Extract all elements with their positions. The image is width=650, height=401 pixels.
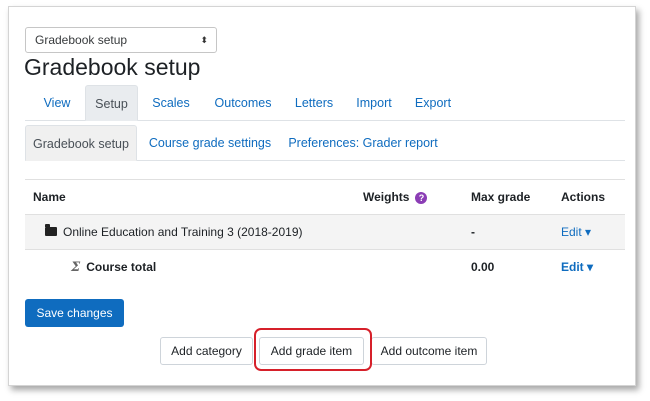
subtab-preferences-grader-report[interactable]: Preferences: Grader report [287, 125, 439, 161]
max-grade-value: - [471, 225, 475, 239]
tab-outcomes[interactable]: Outcomes [208, 85, 278, 121]
header-weights: Weights? [363, 180, 428, 215]
edit-menu-category[interactable]: Edit ▾ [561, 215, 591, 250]
table-header-row: Name Weights? Max grade Actions [25, 179, 625, 214]
category-name: Online Education and Training 3 (2018-20… [45, 215, 303, 250]
select-caret-icon: ⬍ [200, 35, 208, 45]
sigma-icon: Σ [71, 260, 81, 275]
header-max-grade: Max grade [471, 190, 531, 204]
course-total-name: Σ Course total [71, 250, 156, 285]
category-name-label: Online Education and Training 3 (2018-20… [63, 225, 303, 239]
tab-export[interactable]: Export [409, 85, 457, 121]
tab-setup[interactable]: Setup [85, 85, 138, 121]
edit-menu-course-total[interactable]: Edit ▾ [561, 250, 593, 285]
tab-import[interactable]: Import [350, 85, 398, 121]
add-outcome-item-button[interactable]: Add outcome item [371, 337, 487, 365]
gradebook-jump-select[interactable]: Gradebook setup ⬍ [25, 27, 217, 53]
header-name: Name [33, 190, 66, 204]
jump-select-value: Gradebook setup [35, 33, 128, 47]
course-total-max-grade: 0.00 [471, 260, 495, 274]
header-actions: Actions [561, 190, 606, 204]
table-row: Online Education and Training 3 (2018-20… [25, 214, 625, 249]
tab-letters[interactable]: Letters [289, 85, 339, 121]
gradebook-table: Name Weights? Max grade Actions Online E… [25, 179, 625, 284]
table-row: Σ Course total 0.00 Edit ▾ [25, 249, 625, 284]
tab-scales[interactable]: Scales [143, 85, 199, 121]
primary-tabs: View Setup Scales Outcomes Letters Impor… [25, 85, 625, 121]
folder-icon [45, 224, 57, 237]
header-weights-label: Weights [363, 190, 410, 204]
highlight-callout [254, 328, 372, 371]
secondary-tabs: Gradebook setup Course grade settings Pr… [25, 125, 625, 161]
page-title: Gradebook setup [24, 54, 201, 80]
subtab-course-grade-settings[interactable]: Course grade settings [145, 125, 275, 161]
subtab-gradebook-setup[interactable]: Gradebook setup [25, 125, 137, 161]
gradebook-setup-panel: Gradebook setup ⬍ Gradebook setup View S… [8, 6, 636, 386]
save-changes-button[interactable]: Save changes [25, 299, 124, 327]
add-category-button[interactable]: Add category [160, 337, 253, 365]
tab-view[interactable]: View [33, 85, 81, 121]
course-total-label: Course total [86, 260, 157, 274]
help-icon[interactable]: ? [415, 191, 428, 204]
